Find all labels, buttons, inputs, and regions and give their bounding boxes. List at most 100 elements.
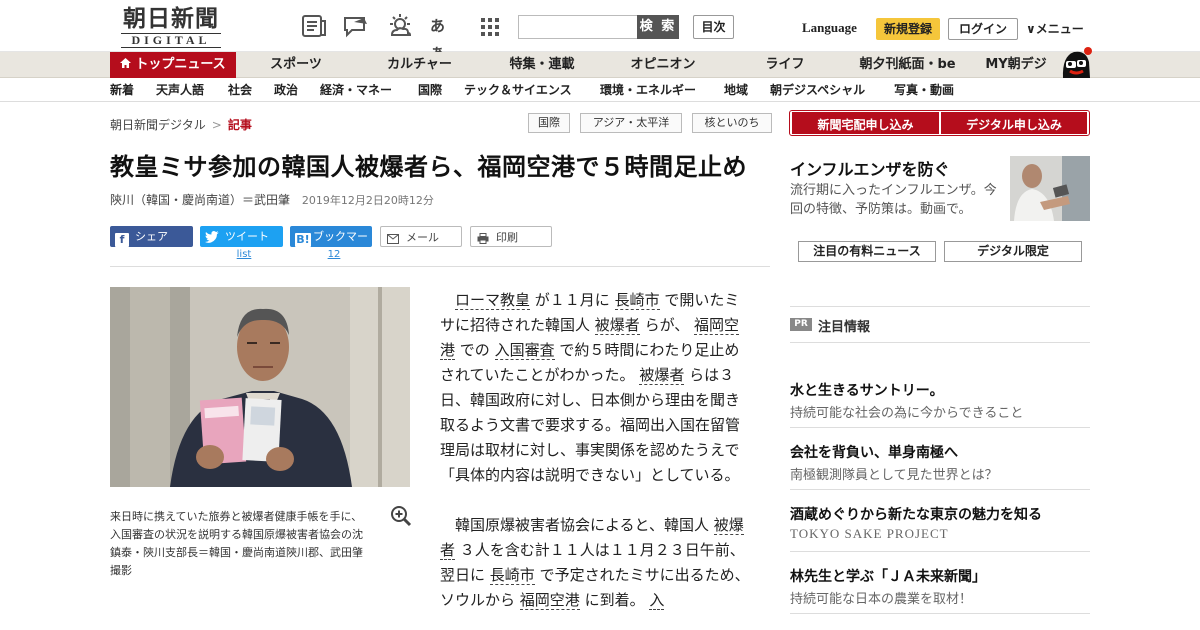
weather-icon[interactable] [386,13,414,39]
subnav-item-international[interactable]: 国際 [418,78,442,102]
twitter-bird-icon [205,231,219,245]
keyword-link[interactable]: 入 [649,591,665,610]
subnav-item-environment[interactable]: 環境・エネルギー [600,78,696,102]
article-body: ローマ教皇 が１１月に 長崎市 で開いたミサに招待された韓国人 被爆者 らが、 … [440,288,750,630]
mail-icon [386,234,400,248]
tag-international[interactable]: 国際 [528,113,570,133]
news-paper-icon[interactable] [300,13,328,39]
sidebar-divider [790,342,1090,343]
mail-share-button[interactable]: メール [380,226,462,247]
nav-item-features[interactable]: 特集・連載 [494,52,590,78]
menu-button[interactable]: ∨メニュー [1026,20,1084,37]
zoom-icon[interactable] [390,505,412,527]
pr-item-title[interactable]: 水と生きるサントリー。 [790,380,944,400]
pr-item-title[interactable]: 酒蔵めぐりから新たな東京の魅力を知る [790,504,1042,524]
nav-item-papers[interactable]: 朝夕刊紙面・be [855,52,960,78]
subnav-item-photo-video[interactable]: 写真・動画 [894,78,954,102]
article-divider [110,266,770,267]
subnav-item-new[interactable]: 新着 [110,78,134,102]
tab-paid-news[interactable]: 注目の有料ニュース [798,241,936,262]
mascot-icon[interactable] [1060,44,1092,78]
digital-subscribe-button[interactable]: デジタル申し込み [941,112,1087,134]
hatena-count[interactable]: 12 [320,249,348,260]
subnav-item-region[interactable]: 地域 [724,78,748,102]
keyword-link[interactable]: 被爆者 [594,316,640,335]
promo-description[interactable]: 流行期に入ったインフルエンザ。今回の特徴、予防策は。動画で。 [790,181,1005,219]
promo-thumbnail[interactable] [1010,156,1090,221]
sidebar-divider [790,306,1090,307]
keyword-link[interactable]: 被爆者 [639,366,685,385]
keyword-link[interactable]: ローマ教皇 [455,291,531,310]
subnav-item-society[interactable]: 社会 [228,78,252,102]
pr-item-subtitle[interactable]: 持続可能な社会の為に今からできること [790,402,1023,421]
print-button[interactable]: 印刷 [470,226,552,247]
text-run: に到着。 [579,591,650,609]
grid-menu-icon[interactable] [476,13,504,39]
keyword-link[interactable]: 長崎市 [489,566,535,585]
photo-caption: 来日時に携えていた旅券と被爆者健康手帳を手に、入国審査の状況を説明する韓国原爆被… [110,510,363,577]
subnav-item-economy[interactable]: 経済・マネー [320,78,392,102]
pr-item-title[interactable]: 林先生と学ぶ「ＪＡ未来新聞」 [790,566,986,586]
print-label: 印刷 [496,231,518,244]
search-input[interactable] [518,15,638,39]
toc-button[interactable]: 目次 [693,15,734,39]
article-paragraph: ローマ教皇 が１１月に 長崎市 で開いたミサに招待された韓国人 被爆者 らが、 … [440,288,750,488]
sidebar-divider [790,427,1090,428]
nav-item-top-news[interactable]: トップニュース [110,52,236,78]
nav-item-sports[interactable]: スポーツ [250,52,342,78]
mail-share-label: メール [406,231,439,244]
pr-item-subtitle[interactable]: 南極観測隊員として見た世界とは？ [790,464,998,483]
pr-section-title: 注目情報 [818,320,871,335]
delivery-subscribe-button[interactable]: 新聞宅配申し込み [792,112,939,134]
pr-item-subtitle[interactable]: 持続可能な日本の農業を取材！ [790,588,972,607]
twitter-list-link[interactable]: list [230,249,258,260]
main-nav: トップニュース スポーツ カルチャー 特集・連載 オピニオン ライフ 朝夕刊紙面… [0,52,1200,78]
search-button[interactable]: 検 索 [637,15,679,39]
keyword-link[interactable]: 長崎市 [614,291,660,310]
hatena-bookmark-button[interactable]: B! ブックマーク [290,226,372,264]
tab-digital-only[interactable]: デジタル限定 [944,241,1082,262]
speech-bubble-icon[interactable] [342,13,370,39]
article-photo[interactable] [110,287,410,487]
subnav-item-politics[interactable]: 政治 [274,78,298,102]
facebook-share-label: シェア [135,230,168,243]
sidebar-divider [790,551,1090,552]
nav-item-culture[interactable]: カルチャー [372,52,467,78]
article-date: 2019年12月2日20時12分 [301,194,434,207]
tag-nuclear[interactable]: 核といのち [692,113,772,133]
text-run: が１１月に [530,291,615,309]
subnav-item-tech[interactable]: テック＆サイエンス [464,78,572,102]
register-button[interactable]: 新規登録 [876,18,940,40]
facebook-share-button[interactable]: f シェア [110,226,193,247]
text-run: 韓国原爆被害者協会によると、韓国人 [455,516,714,534]
nav-item-life[interactable]: ライフ [738,52,832,78]
promo-title[interactable]: インフルエンザを防ぐ [790,156,950,180]
twitter-share-button[interactable]: ツイート [200,226,283,247]
article-paragraph: 韓国原爆被害者協会によると、韓国人 被爆者 ３人を含む計１１人は１１月２３日午前… [440,513,750,613]
language-link[interactable]: Language [802,20,857,36]
login-button[interactable]: ログイン [948,18,1018,40]
site-logo[interactable]: 朝日新聞 DIGITAL [112,6,230,48]
breadcrumb-separator: > [211,118,222,132]
tag-asia-pacific[interactable]: アジア・太平洋 [580,113,682,133]
pr-item-title[interactable]: 会社を背負い、単身南極へ [790,442,958,462]
text-run: らが、 [639,316,695,334]
site-header: 朝日新聞 DIGITAL あぁ 検 索 目次 Language 新規登録 ログイ… [0,0,1200,61]
byline-author: 陝川（韓国・慶尚南道）＝武田肇 [110,193,291,207]
home-icon [120,52,132,78]
text-run: での [455,341,495,359]
keyword-link[interactable]: 入国審査 [494,341,555,360]
keyword-link[interactable]: 福岡空港 [519,591,580,610]
pr-badge: PR [790,318,812,331]
breadcrumb-current: 記事 [227,118,252,132]
article-byline: 陝川（韓国・慶尚南道）＝武田肇 2019年12月2日20時12分 [110,191,434,208]
nav-item-my-asadigi[interactable]: MY朝デジ [980,52,1052,78]
subnav-item-tenseijingo[interactable]: 天声人語 [156,78,204,102]
font-size-icon[interactable]: あぁ [430,13,458,61]
nav-item-opinion[interactable]: オピニオン [616,52,710,78]
subnav-item-special[interactable]: 朝デジスペシャル [770,78,865,102]
hatena-bookmark-icon: B! [295,233,311,247]
sidebar-divider [790,613,1090,614]
pr-item-subtitle[interactable]: TOKYO SAKE PROJECT [790,526,949,542]
breadcrumb-home[interactable]: 朝日新聞デジタル [110,118,206,132]
